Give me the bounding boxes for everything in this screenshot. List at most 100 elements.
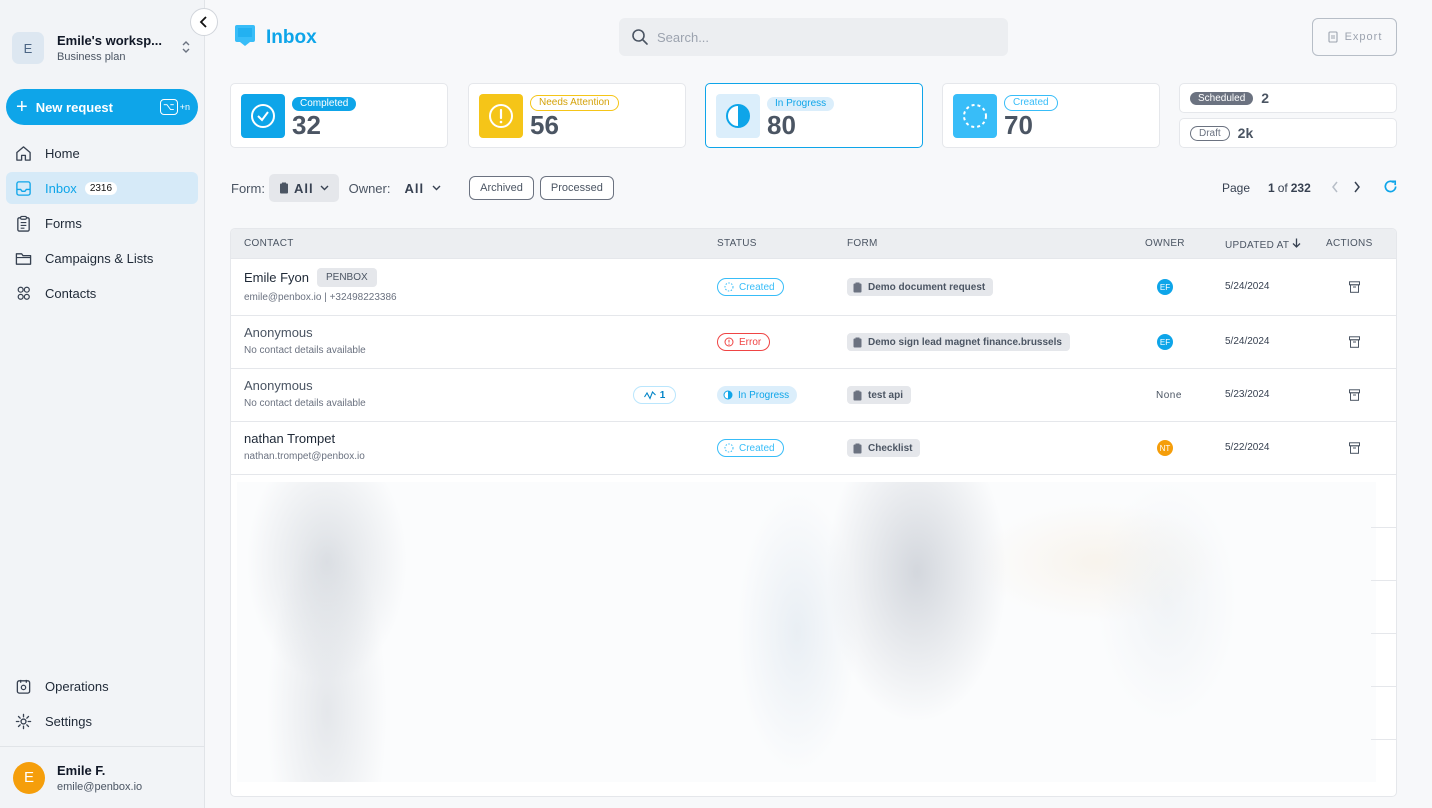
refresh-button[interactable] (1383, 179, 1398, 197)
owner-filter-value: All (404, 180, 425, 196)
activity-icon (643, 390, 656, 400)
sidebar-item-label: Campaigns & Lists (45, 250, 154, 266)
archived-filter-chip[interactable]: Archived (469, 176, 534, 200)
workspace-switcher[interactable]: E Emile's worksp... Business plan (12, 30, 192, 66)
avatar: E (13, 761, 45, 794)
user-name: Emile F. (57, 762, 106, 778)
prev-page-button[interactable] (1331, 181, 1339, 196)
row-divider (1371, 633, 1396, 634)
updated-date: 5/22/2024 (1225, 442, 1270, 453)
row-divider (1371, 580, 1396, 581)
dashed-circle-icon (724, 282, 734, 292)
sidebar-item-home[interactable]: Home (6, 137, 198, 169)
col-status[interactable]: STATUS (717, 238, 757, 249)
search-bar[interactable] (619, 18, 1008, 56)
sidebar-item-label: Forms (45, 215, 82, 231)
operations-icon (14, 677, 32, 695)
col-contact[interactable]: CONTACT (244, 238, 294, 249)
owner-filter-dropdown[interactable]: All (394, 174, 451, 202)
sidebar-item-settings[interactable]: Settings (6, 705, 198, 737)
col-owner[interactable]: OWNER (1145, 238, 1185, 249)
page-of-label: of (1277, 181, 1288, 195)
stat-card-in-progress[interactable]: In Progress 80 (705, 83, 923, 148)
form-chip[interactable]: Demo sign lead magnet finance.brussels (847, 333, 1070, 351)
archive-button[interactable] (1349, 335, 1360, 353)
table-row[interactable]: Anonymous No contact details available 1… (231, 368, 1396, 421)
clipboard-icon (14, 214, 32, 232)
status-label: Created (739, 442, 775, 454)
users-icon (14, 284, 32, 302)
status-badge: Created (717, 439, 784, 457)
inbox-icon (14, 179, 32, 197)
filter-bar: Form: All Owner: All Archived Processed (231, 174, 614, 202)
stat-value: 32 (292, 109, 321, 140)
dashed-circle-icon (953, 93, 997, 138)
contact-name: Anonymous (244, 378, 313, 393)
stat-value: 80 (767, 109, 796, 140)
sidebar-item-operations[interactable]: Operations (6, 670, 198, 702)
sidebar-item-inbox[interactable]: Inbox 2316 (6, 172, 198, 204)
table-row[interactable]: Anonymous No contact details available E… (231, 315, 1396, 368)
chevron-up-down-icon (180, 40, 192, 56)
inbox-count-badge: 2316 (84, 181, 118, 195)
next-page-button[interactable] (1353, 181, 1361, 196)
home-icon (14, 144, 32, 162)
activity-badge[interactable]: 1 (633, 386, 676, 404)
row-divider (1371, 686, 1396, 687)
archive-button[interactable] (1349, 441, 1360, 459)
archive-icon (1349, 281, 1360, 293)
user-email: emile@penbox.io (57, 780, 143, 793)
sidebar-item-label: Inbox (45, 180, 77, 196)
chevron-left-icon (1331, 181, 1338, 192)
archive-icon (1349, 336, 1360, 348)
archive-button[interactable] (1349, 388, 1360, 406)
form-chip[interactable]: test api (847, 386, 912, 404)
form-filter-value: All (293, 180, 314, 196)
half-circle-icon (723, 390, 733, 400)
form-filter-dropdown[interactable]: All (268, 174, 339, 202)
status-label: In Progress (738, 389, 790, 401)
check-circle-icon (241, 93, 285, 138)
processed-filter-chip[interactable]: Processed (539, 176, 614, 200)
collapse-sidebar-button[interactable] (190, 8, 218, 36)
owner-avatar: NT (1157, 440, 1173, 456)
stat-card-draft[interactable]: Draft 2k (1179, 118, 1397, 148)
row-divider (1371, 739, 1396, 740)
search-input[interactable] (657, 29, 977, 45)
export-button[interactable]: Export (1312, 18, 1397, 56)
table-row[interactable]: nathan Trompet nathan.trompet@penbox.io … (231, 421, 1396, 474)
status-badge: Draft (1190, 125, 1230, 141)
option-key-icon: ⌥ (159, 99, 178, 115)
inbox-title-icon (234, 24, 256, 51)
sidebar-item-label: Settings (45, 713, 92, 729)
form-name: Demo document request (868, 281, 986, 293)
workspace-plan: Business plan (57, 51, 126, 63)
stat-card-created[interactable]: Created 70 (942, 83, 1160, 148)
col-updated-at[interactable]: UPDATED AT (1225, 238, 1301, 251)
form-name: Checklist (868, 442, 913, 454)
user-profile[interactable]: E Emile F. emile@penbox.io (0, 746, 204, 808)
stat-card-completed[interactable]: Completed 32 (230, 83, 448, 148)
status-badge: Created (1004, 95, 1058, 111)
row-divider (1371, 527, 1396, 528)
archive-button[interactable] (1349, 280, 1360, 298)
stat-value: 2 (1261, 90, 1270, 106)
form-chip[interactable]: Checklist (847, 439, 921, 457)
sidebar-item-contacts[interactable]: Contacts (6, 277, 198, 309)
refresh-icon (1384, 180, 1397, 193)
sidebar-item-forms[interactable]: Forms (6, 207, 198, 239)
clipboard-icon (853, 282, 862, 292)
search-icon (632, 29, 648, 45)
page-title: Inbox (234, 24, 317, 51)
table-row[interactable]: Emile Fyon PENBOX emile@penbox.io | +324… (231, 258, 1396, 315)
activity-count: 1 (659, 389, 666, 401)
status-badge: Scheduled (1190, 91, 1254, 105)
new-request-button[interactable]: + New request ⌥ +n (6, 89, 198, 125)
col-form[interactable]: FORM (847, 238, 878, 249)
stat-card-scheduled[interactable]: Scheduled 2 (1179, 83, 1397, 113)
pagination: Page 1 of 232 (1222, 174, 1398, 202)
form-chip[interactable]: Demo document request (847, 278, 994, 296)
stat-card-needs-attention[interactable]: Needs Attention 56 (468, 83, 686, 148)
status-badge: In Progress (767, 96, 835, 111)
sidebar-item-campaigns[interactable]: Campaigns & Lists (6, 242, 198, 274)
